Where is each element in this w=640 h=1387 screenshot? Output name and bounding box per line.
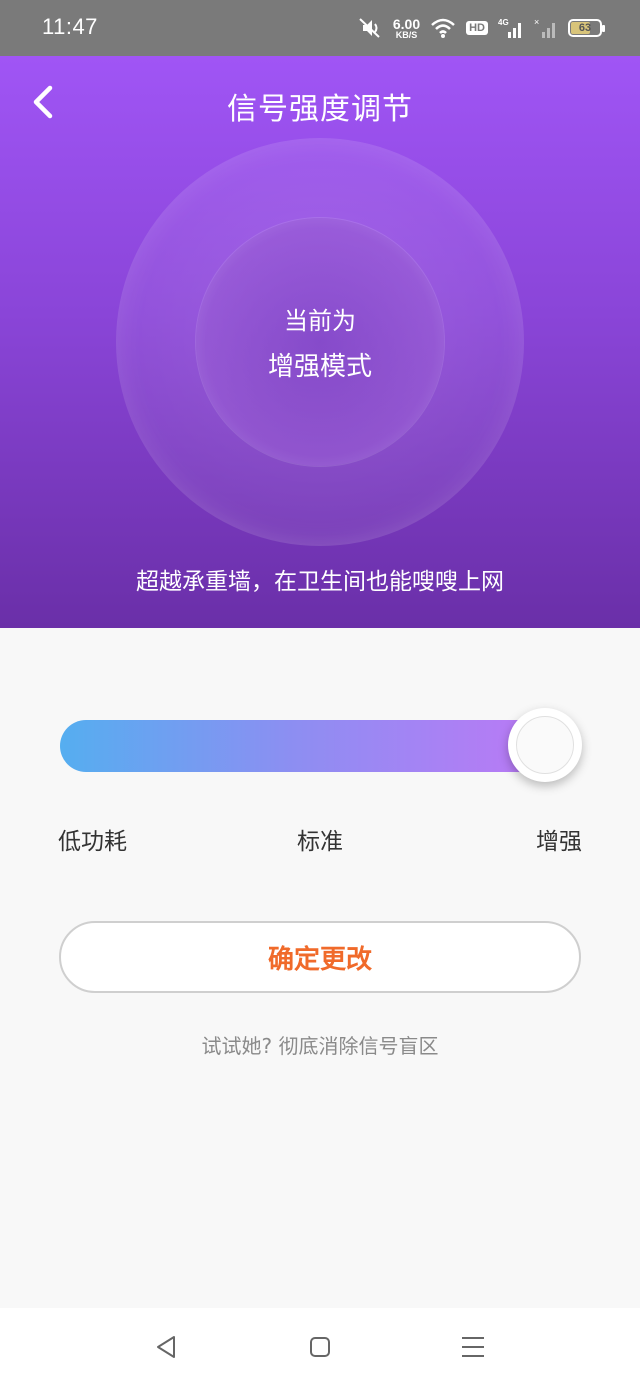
slider-label-low-power[interactable]: 低功耗 [58,822,127,856]
system-nav-bar [0,1308,640,1387]
try-other-link[interactable]: 试试她? 彻底消除信号盲区 [0,1030,640,1059]
status-bar: 11:47 6.00 KB/S HD 4G × 63 [0,0,640,56]
network-speed: 6.00 KB/S [393,17,420,40]
status-icons: 6.00 KB/S HD 4G × 63 [357,14,605,42]
mode-caption: 当前为 [284,307,356,335]
back-triangle-icon [157,1336,175,1358]
nav-menu-button[interactable] [458,1332,488,1362]
slider-label-enhanced[interactable]: 增强 [536,822,582,856]
hero-header: 信号强度调节 当前为 增强模式 超越承重墙，在卫生间也能嗖嗖上网 [0,56,640,628]
speed-unit: KB/S [395,29,418,40]
slider-labels: 低功耗 标准 增强 [58,822,582,856]
signal-off-icon: × [534,17,555,38]
network-type-label: 4G [498,18,509,27]
mode-tagline: 超越承重墙，在卫生间也能嗖嗖上网 [136,569,504,595]
nav-back-button[interactable] [152,1332,182,1362]
confirm-change-button[interactable]: 确定更改 [59,921,581,993]
hd-badge: HD [466,21,488,35]
slider-label-standard[interactable]: 标准 [297,822,343,856]
mode-name: 增强模式 [267,352,372,382]
slider-thumb-inner [516,716,574,774]
signal-strength-slider[interactable] [60,720,580,772]
mode-indicator: 当前为 增强模式 [196,218,444,466]
nav-home-button[interactable] [305,1332,335,1362]
slider-thumb[interactable] [508,708,582,782]
home-square-icon [310,1337,330,1357]
mute-icon [359,18,380,38]
battery-icon: 63 [568,19,605,37]
battery-level: 63 [578,22,592,34]
menu-lines-icon [462,1337,484,1357]
svg-text:×: × [534,17,539,27]
signal-icon: 4G [498,18,521,38]
speed-value: 6.00 [392,15,421,32]
page-title: 信号强度调节 [227,92,413,127]
wifi-icon [431,18,455,38]
status-time: 11:47 [42,14,98,39]
